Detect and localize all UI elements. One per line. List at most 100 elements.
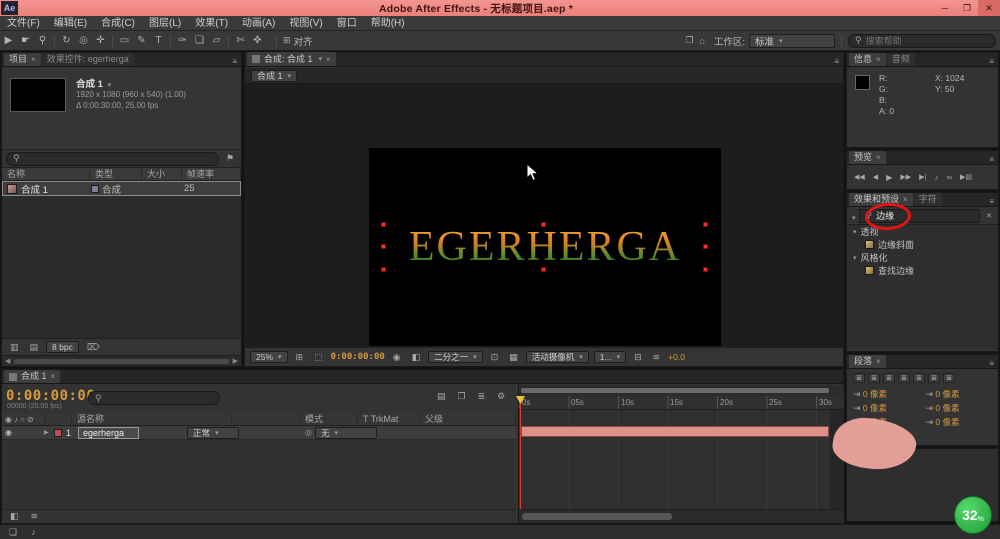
viewer-comp-chip[interactable]: 合成 1 bbox=[251, 69, 298, 82]
menu-file[interactable]: 文件(F) bbox=[0, 16, 47, 31]
time-ruler[interactable]: 0s 05s 10s 15s 20s 25s 30s bbox=[519, 396, 844, 410]
project-row-comp1[interactable]: 合成 1 合成 25 bbox=[2, 181, 241, 196]
paragraph-extra-field[interactable]: 0 像素 bbox=[926, 416, 993, 428]
timeline-search[interactable]: ⚲ bbox=[88, 391, 220, 405]
hand-tool-icon[interactable]: ☛ bbox=[17, 33, 34, 49]
tab-preview[interactable]: 预览 × bbox=[849, 151, 886, 164]
audio-status-icon[interactable]: ♪ bbox=[28, 527, 39, 537]
effects-item-bevel-edges[interactable]: 边缘斜面 bbox=[847, 238, 998, 251]
project-search-input[interactable] bbox=[23, 153, 212, 164]
flowchart-icon[interactable]: ❏ bbox=[6, 527, 20, 538]
camera-select[interactable]: 活动摄像机 bbox=[525, 351, 589, 363]
transparency-grid-icon[interactable]: ▦ bbox=[506, 352, 521, 363]
close-icon[interactable]: × bbox=[326, 53, 331, 66]
selection-handle[interactable] bbox=[381, 222, 386, 227]
brush-tool-icon[interactable]: ✑ bbox=[174, 33, 191, 49]
toggle-switches-icon[interactable]: ◧ bbox=[7, 511, 22, 522]
tab-composition[interactable]: 合成: 合成 1 × bbox=[247, 52, 336, 66]
effects-category-perspective[interactable]: 透视 bbox=[847, 225, 998, 238]
panel-menu-icon[interactable]: ≡ bbox=[228, 57, 241, 66]
workspace-layout-icon[interactable]: ❐ bbox=[682, 35, 696, 46]
graph-editor-icon[interactable]: ≣ bbox=[475, 391, 489, 402]
col-trkmat[interactable]: T TrkMat bbox=[358, 413, 420, 425]
chevron-down-icon[interactable] bbox=[106, 79, 112, 90]
puppet-tool-icon[interactable]: ✜ bbox=[249, 33, 266, 49]
ram-preview-button[interactable]: ▶▤ bbox=[957, 173, 975, 181]
roto-brush-tool-icon[interactable]: ✄ bbox=[232, 33, 249, 49]
selection-handle[interactable] bbox=[381, 244, 386, 249]
workspace-select[interactable]: 标准 bbox=[749, 33, 835, 48]
filter-flag-icon[interactable]: ⚑ bbox=[223, 153, 237, 164]
pen-tool-icon[interactable]: ✎ bbox=[133, 33, 150, 49]
frame-blend-icon[interactable]: ❐ bbox=[455, 391, 469, 402]
audio-toggle-icon[interactable]: ♪ bbox=[931, 173, 941, 182]
layer-expander-icon[interactable]: ▶ bbox=[44, 429, 54, 436]
tab-paragraph[interactable]: 段落 × bbox=[849, 355, 886, 368]
layer-duration-bar[interactable] bbox=[521, 426, 829, 437]
tab-effect-controls[interactable]: 效果控件: egerherga bbox=[41, 53, 134, 66]
work-area-bar[interactable] bbox=[521, 388, 829, 393]
layer-mode-select[interactable]: 正常 bbox=[187, 426, 240, 439]
grid-options-icon[interactable]: ⊞ bbox=[293, 352, 307, 363]
justify-last-center-button[interactable] bbox=[913, 373, 925, 383]
col-source-name[interactable]: 源名称 bbox=[72, 413, 232, 425]
col-name[interactable]: 名称 bbox=[2, 168, 90, 180]
col-framerate[interactable]: 帧速率 bbox=[182, 168, 241, 180]
help-search-input[interactable] bbox=[865, 35, 989, 46]
zoom-tool-icon[interactable]: ⚲ bbox=[34, 33, 51, 49]
tab-audio[interactable]: 音频 bbox=[886, 53, 915, 66]
track-area[interactable] bbox=[519, 410, 844, 509]
effects-item-find-edges[interactable]: 查找边缘 bbox=[847, 264, 998, 277]
play-button[interactable]: ▶ bbox=[883, 173, 895, 182]
tab-timeline-comp1[interactable]: 合成 1 × bbox=[4, 370, 61, 383]
last-frame-button[interactable]: ▶| bbox=[916, 173, 929, 181]
scroll-left-icon[interactable]: ◀ bbox=[5, 357, 10, 365]
viewer-pasteboard[interactable]: EGERHERGA bbox=[245, 84, 843, 347]
effects-category-stylize[interactable]: 风格化 bbox=[847, 251, 998, 264]
menu-view[interactable]: 视图(V) bbox=[282, 16, 329, 31]
close-icon[interactable]: × bbox=[31, 53, 36, 66]
fast-preview-icon[interactable]: ≋ bbox=[650, 352, 664, 363]
align-center-button[interactable] bbox=[868, 373, 880, 383]
minimize-button[interactable]: ─ bbox=[934, 0, 956, 16]
layer-name[interactable]: egerherga bbox=[78, 426, 140, 439]
first-frame-button[interactable]: ◀◀ bbox=[851, 173, 868, 181]
eraser-tool-icon[interactable]: ▱ bbox=[208, 33, 225, 49]
align-right-button[interactable] bbox=[883, 373, 895, 383]
current-time-indicator[interactable] bbox=[520, 396, 521, 509]
snap-icon[interactable]: ⊞ bbox=[280, 35, 294, 46]
camera-tool-icon[interactable]: ◎ bbox=[75, 33, 92, 49]
close-icon[interactable]: × bbox=[876, 53, 881, 66]
panel-menu-icon[interactable]: ≡ bbox=[985, 197, 998, 206]
horizontal-scrollbar[interactable] bbox=[14, 358, 229, 364]
clone-stamp-tool-icon[interactable]: ❏ bbox=[191, 33, 208, 49]
close-icon[interactable]: × bbox=[903, 193, 908, 206]
shape-tool-icon[interactable]: ▭ bbox=[116, 33, 133, 49]
align-left-button[interactable] bbox=[853, 373, 865, 383]
menu-layer[interactable]: 图层(L) bbox=[142, 16, 188, 31]
canvas-title-text[interactable]: EGERHERGA bbox=[409, 223, 681, 271]
selection-handle[interactable] bbox=[541, 267, 546, 272]
layer-parent-select[interactable]: 无 bbox=[315, 426, 378, 439]
col-size[interactable]: 大小 bbox=[142, 168, 182, 180]
rotation-tool-icon[interactable]: ↻ bbox=[58, 33, 75, 49]
space-before-field[interactable]: 0 像素 bbox=[926, 402, 993, 414]
timeline-scrollbar[interactable] bbox=[519, 509, 844, 523]
viewer-timecode[interactable]: 0:00:00:00 bbox=[331, 352, 385, 362]
timeline-timecode[interactable]: 0:00:00:00 bbox=[6, 388, 95, 404]
tab-info[interactable]: 信息 × bbox=[849, 53, 886, 66]
mini-flowchart-icon[interactable]: ▤ bbox=[434, 391, 449, 402]
resolution-select[interactable]: 二分之一 bbox=[428, 351, 483, 363]
justify-last-right-button[interactable] bbox=[928, 373, 940, 383]
layer-row[interactable]: ◉ ▶ 1 egerherga 正常 ◎ 无 bbox=[2, 426, 516, 440]
close-icon[interactable]: × bbox=[876, 151, 881, 164]
project-search[interactable]: ⚲ bbox=[6, 151, 219, 166]
col-mode[interactable]: 模式 bbox=[300, 413, 358, 425]
project-comp-name[interactable]: 合成 1 bbox=[76, 79, 103, 90]
clear-search-icon[interactable]: ✕ bbox=[983, 212, 995, 220]
search-options-icon[interactable] bbox=[850, 207, 856, 225]
color-depth-button[interactable]: 8 bpc bbox=[46, 341, 79, 353]
expand-transform-icon[interactable]: ≋ bbox=[28, 511, 42, 522]
channels-icon[interactable]: ◧ bbox=[409, 352, 424, 363]
selection-handle[interactable] bbox=[703, 244, 708, 249]
